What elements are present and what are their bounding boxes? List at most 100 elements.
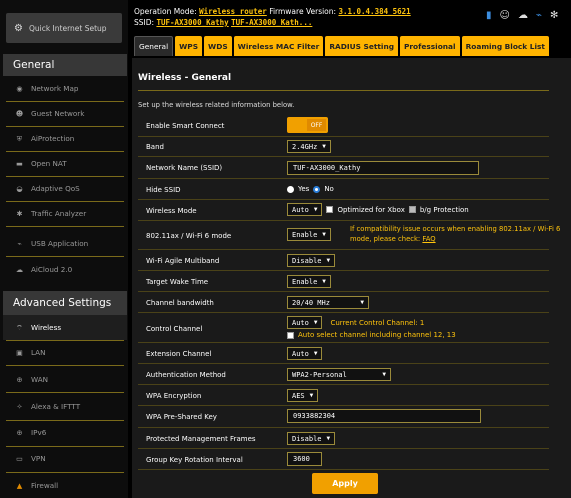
shield-icon: ⛨ xyxy=(16,133,23,143)
row-hide-ssid: Hide SSID Yes No xyxy=(138,179,549,200)
cloud-status-icon[interactable]: ☁ xyxy=(518,10,528,21)
chevron-down-icon: ▼ xyxy=(360,299,364,306)
users-icon[interactable]: ☺ xyxy=(500,10,510,21)
current-control-channel: Current Control Channel: 1 xyxy=(330,318,425,327)
ssid-link-2[interactable]: TUF-AX3000_Kath... xyxy=(231,18,312,27)
tab-professional[interactable]: Professional xyxy=(400,36,460,56)
agile-multiband-select[interactable]: Disable ▼ xyxy=(287,254,336,267)
xbox-label: Optimized for Xbox xyxy=(337,205,405,214)
chevron-down-icon: ▼ xyxy=(313,350,318,357)
chevron-down-icon: ▼ xyxy=(322,278,326,285)
title-divider xyxy=(138,90,549,91)
tab-radius-setting[interactable]: RADIUS Setting xyxy=(325,36,398,56)
quick-internet-setup-button[interactable]: ⚙ Quick Internet Setup xyxy=(6,13,122,43)
page-title: Wireless - General xyxy=(138,73,232,83)
smart-connect-toggle[interactable]: OFF xyxy=(287,117,328,133)
qos-icon: ◒ xyxy=(16,184,23,193)
row-target-wake-time: Target Wake Time Enable ▼ xyxy=(138,271,549,292)
wireless-icon: ⌔ xyxy=(16,322,23,332)
row-group-key-rotation: Group Key Rotation Interval 3600 xyxy=(138,449,549,470)
tab-roaming-block-list[interactable]: Roaming Block List xyxy=(461,36,549,56)
target-wake-time-select[interactable]: Enable ▼ xyxy=(287,275,331,288)
row-wpa-psk: WPA Pre-Shared Key 0933882304 xyxy=(138,406,549,428)
divider xyxy=(6,365,124,366)
pmf-select[interactable]: Disable ▼ xyxy=(287,432,336,445)
ssid-line: SSID: TUF-AX3000_Kathy TUF-AX3000_Kath..… xyxy=(134,18,313,27)
page-description: Set up the wireless related information … xyxy=(138,101,295,109)
sidebar-item-usb-application[interactable]: ⌁ USB Application xyxy=(8,231,126,256)
vpn-icon: ▭ xyxy=(16,454,23,463)
sidebar-item-wan[interactable]: ⊕ WAN xyxy=(8,367,126,392)
channel-bandwidth-select[interactable]: 20/40 MHz ▼ xyxy=(287,296,369,309)
wpa-encryption-select[interactable]: AES ▼ xyxy=(287,389,319,402)
ssid-input[interactable]: TUF-AX3000_Kathy xyxy=(287,161,479,175)
sidebar-item-traffic-analyzer[interactable]: ✱ Traffic Analyzer xyxy=(8,201,126,226)
operation-mode-link[interactable]: Wireless router xyxy=(199,7,267,16)
chevron-down-icon: ▼ xyxy=(382,371,386,378)
sidebar-item-ipv6[interactable]: ⊕ IPv6 xyxy=(8,420,126,445)
settings-icon[interactable]: ✻ xyxy=(550,10,558,21)
sidebar-item-aiprotection[interactable]: ⛨ AiProtection xyxy=(8,126,126,151)
ssid-link-1[interactable]: TUF-AX3000_Kathy xyxy=(156,18,228,27)
cloud-icon: ☁ xyxy=(15,265,24,274)
row-wireless-mode: Wireless Mode Auto ▼ Optimized for Xbox b… xyxy=(138,200,549,221)
extension-channel-select[interactable]: Auto ▼ xyxy=(287,347,323,360)
firewall-icon: ▲ xyxy=(16,481,23,490)
sidebar-item-alexa-ifttt[interactable]: ✧ Alexa & IFTTT xyxy=(8,394,126,419)
sidebar-item-lan[interactable]: ▣ LAN xyxy=(8,340,126,365)
wizard-icon: ⚙ xyxy=(14,22,23,34)
apply-button[interactable]: Apply xyxy=(312,473,378,494)
control-channel-select[interactable]: Auto ▼ xyxy=(287,316,323,329)
ipv6-icon: ⊕ xyxy=(16,428,23,437)
sidebar-item-network-map[interactable]: ◉ Network Map xyxy=(8,76,126,101)
firmware-version-link[interactable]: 3.1.0.4.384_5621 xyxy=(338,7,410,16)
traffic-analyzer-icon: ✱ xyxy=(16,209,23,218)
auto-select-channel-checkbox[interactable] xyxy=(287,331,294,339)
row-authentication-method: Authentication Method WPA2-Personal ▼ xyxy=(138,364,549,385)
sidebar: ⚙ Quick Internet Setup General ◉ Network … xyxy=(0,0,128,498)
hide-ssid-no-radio[interactable] xyxy=(313,185,321,193)
quick-internet-setup-label: Quick Internet Setup xyxy=(28,23,107,33)
row-agile-multiband: Wi-Fi Agile Multiband Disable ▼ xyxy=(138,250,549,271)
sidebar-item-aicloud[interactable]: ☁ AiCloud 2.0 xyxy=(8,257,126,282)
group-key-rotation-input[interactable]: 3600 xyxy=(287,452,322,466)
band-select[interactable]: 2.4GHz ▼ xyxy=(287,140,331,153)
xbox-checkbox[interactable] xyxy=(326,206,334,213)
advanced-section-title: Advanced Settings xyxy=(3,291,127,315)
tab-wireless-mac-filter[interactable]: Wireless MAC Filter xyxy=(233,36,324,56)
sidebar-item-guest-network[interactable]: ☻ Guest Network xyxy=(8,101,126,126)
tab-bar: General WPS WDS Wireless MAC Filter RADI… xyxy=(134,36,549,56)
chevron-down-icon: ▼ xyxy=(326,257,331,264)
tab-general[interactable]: General xyxy=(134,36,174,56)
tab-wps[interactable]: WPS xyxy=(175,36,203,56)
row-channel-bandwidth: Channel bandwidth 20/40 MHz ▼ xyxy=(138,292,549,313)
ax-mode-note: If compatibility issue occurs when enabl… xyxy=(350,225,561,243)
globe-icon: ⊕ xyxy=(16,375,23,384)
sidebar-item-adaptive-qos[interactable]: ◒ Adaptive QoS xyxy=(8,176,126,201)
bg-protection-checkbox[interactable] xyxy=(408,206,416,213)
sidebar-item-vpn[interactable]: ▭ VPN xyxy=(8,446,126,471)
chevron-down-icon: ▼ xyxy=(309,392,314,399)
wpa-psk-input[interactable]: 0933882304 xyxy=(287,409,481,423)
row-band: Band 2.4GHz ▼ xyxy=(138,137,549,157)
wireless-mode-select[interactable]: Auto ▼ xyxy=(287,203,323,216)
row-control-channel: Control Channel Auto ▼ Current Control Ch… xyxy=(138,313,549,343)
ax-mode-select[interactable]: Enable ▼ xyxy=(287,228,331,241)
status-icons: ▮ ☺ ☁ ⌁ ✻ xyxy=(486,10,558,21)
usb-status-icon[interactable]: ⌁ xyxy=(536,10,542,21)
hide-ssid-yes-radio[interactable] xyxy=(287,185,294,193)
network-map-icon: ◉ xyxy=(16,84,23,93)
sidebar-item-open-nat[interactable]: ▬ Open NAT xyxy=(8,151,126,176)
sidebar-item-firewall[interactable]: ▲ Firewall xyxy=(8,473,126,498)
faq-link[interactable]: FAQ xyxy=(422,235,435,243)
app-icon[interactable]: ▮ xyxy=(486,10,492,21)
bg-protection-label: b/g Protection xyxy=(419,205,469,214)
chevron-down-icon: ▼ xyxy=(322,231,326,238)
row-wpa-encryption: WPA Encryption AES ▼ xyxy=(138,385,549,406)
tab-wds[interactable]: WDS xyxy=(204,36,232,56)
guest-network-icon: ☻ xyxy=(15,109,24,118)
usb-icon: ⌁ xyxy=(17,239,22,248)
authentication-method-select[interactable]: WPA2-Personal ▼ xyxy=(287,368,391,381)
sidebar-item-wireless[interactable]: ⌔ Wireless xyxy=(3,315,127,340)
operation-mode-line: Operation Mode: Wireless router Firmware… xyxy=(134,7,411,16)
